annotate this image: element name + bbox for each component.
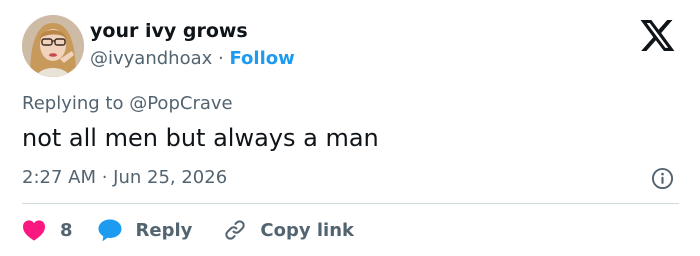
link-icon [222,218,248,242]
separator-dot: · [218,48,224,69]
like-count: 8 [60,219,73,241]
reply-context: Replying to @PopCrave [22,93,233,114]
divider [22,203,679,204]
avatar-image [22,15,84,77]
like-button[interactable]: 8 [22,219,73,241]
user-handle[interactable]: @ivyandhoax [90,48,212,69]
heart-icon [22,219,46,241]
reply-button[interactable]: Reply [97,218,193,242]
avatar[interactable] [22,15,84,77]
follow-button[interactable]: Follow [229,48,294,69]
display-name[interactable]: your ivy grows [90,20,248,42]
copy-link-label: Copy link [260,219,354,241]
x-logo-icon[interactable] [640,20,675,51]
copy-link-button[interactable]: Copy link [222,218,354,242]
tweet-timestamp[interactable]: 2:27 AM · Jun 25, 2026 [22,167,227,188]
tweet-actions: 8 Reply Copy link [22,216,354,244]
handle-row: @ivyandhoax · Follow [90,48,295,69]
info-icon[interactable] [651,167,674,190]
reply-label: Reply [135,219,193,241]
reply-context-prefix: Replying to [22,93,124,114]
reply-mention-link[interactable]: @PopCrave [129,93,232,114]
speech-bubble-icon [97,218,123,242]
tweet-text: not all men but always a man [22,124,379,152]
